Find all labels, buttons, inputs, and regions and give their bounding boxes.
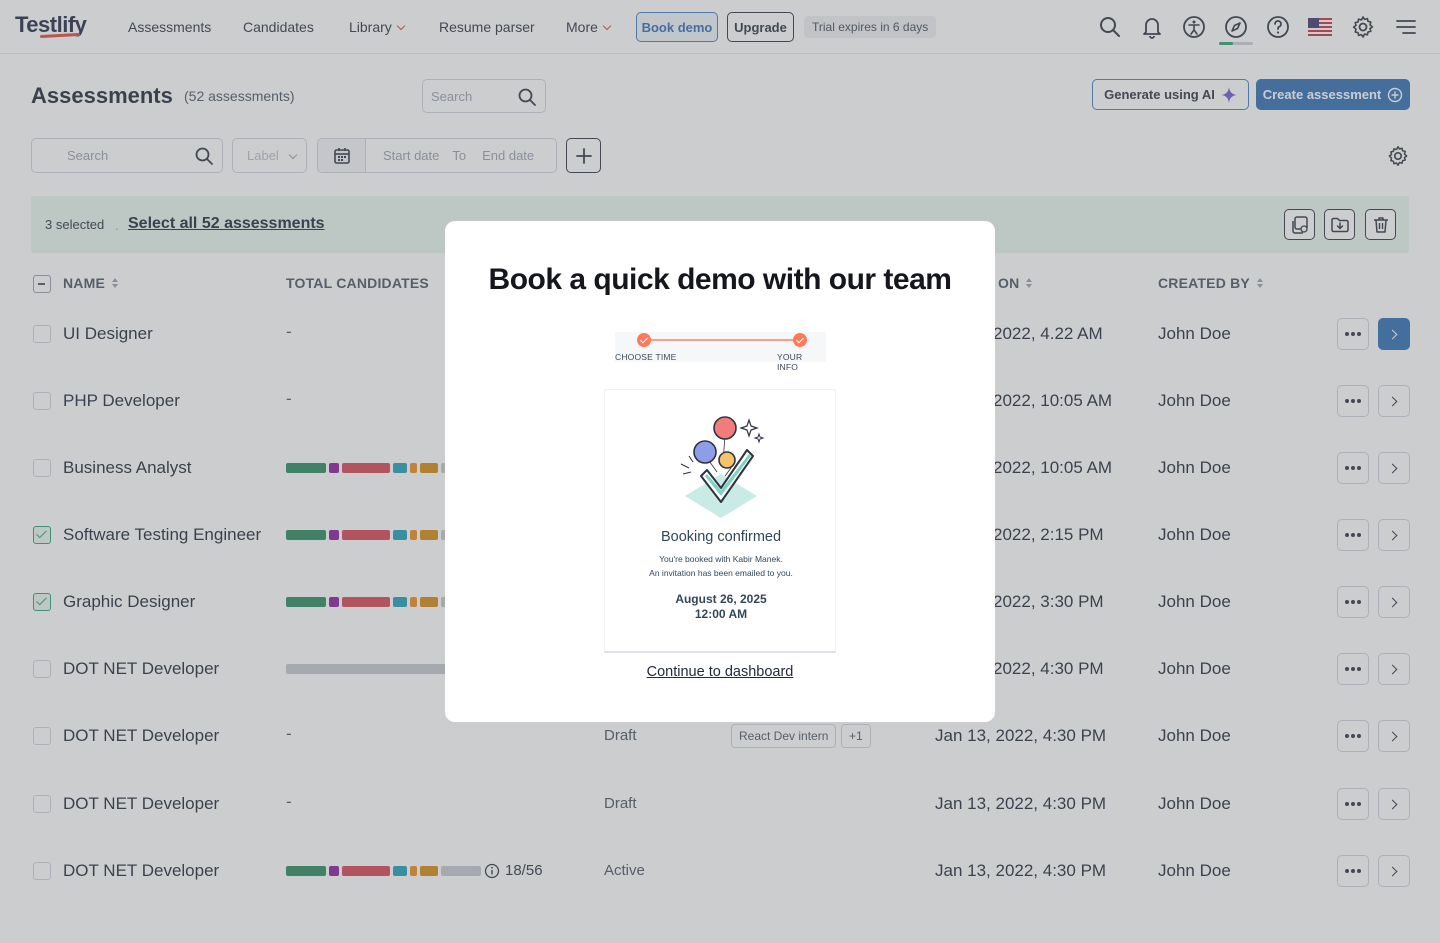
- booking-date: August 26, 2025: [675, 592, 767, 606]
- booked-with-text: You're booked with Kabir Manek.: [659, 554, 783, 564]
- step-your-info: YOUR INFO: [777, 352, 803, 372]
- continue-to-dashboard-link[interactable]: Continue to dashboard: [445, 664, 995, 680]
- step-choose-time: CHOOSE TIME: [615, 352, 677, 362]
- stepper-line: [644, 339, 800, 341]
- invitation-text: An invitation has been emailed to you.: [649, 568, 793, 578]
- book-demo-modal: Book a quick demo with our team CHOOSE T…: [445, 221, 995, 722]
- booking-time: 12:00 AM: [694, 607, 748, 621]
- step-check-icon: [793, 333, 807, 347]
- balloons-checkmark-illustration: [680, 416, 765, 518]
- modal-title: Book a quick demo with our team: [488, 263, 952, 296]
- step-check-icon: [637, 333, 651, 347]
- booking-stepper: CHOOSE TIME YOUR INFO: [615, 332, 826, 372]
- booking-confirmed-heading: Booking confirmed: [660, 529, 782, 545]
- booking-datetime: August 26, 2025 12:00 AM: [605, 592, 837, 622]
- booking-confirmation-card: Booking confirmed You're booked with Kab…: [604, 389, 836, 653]
